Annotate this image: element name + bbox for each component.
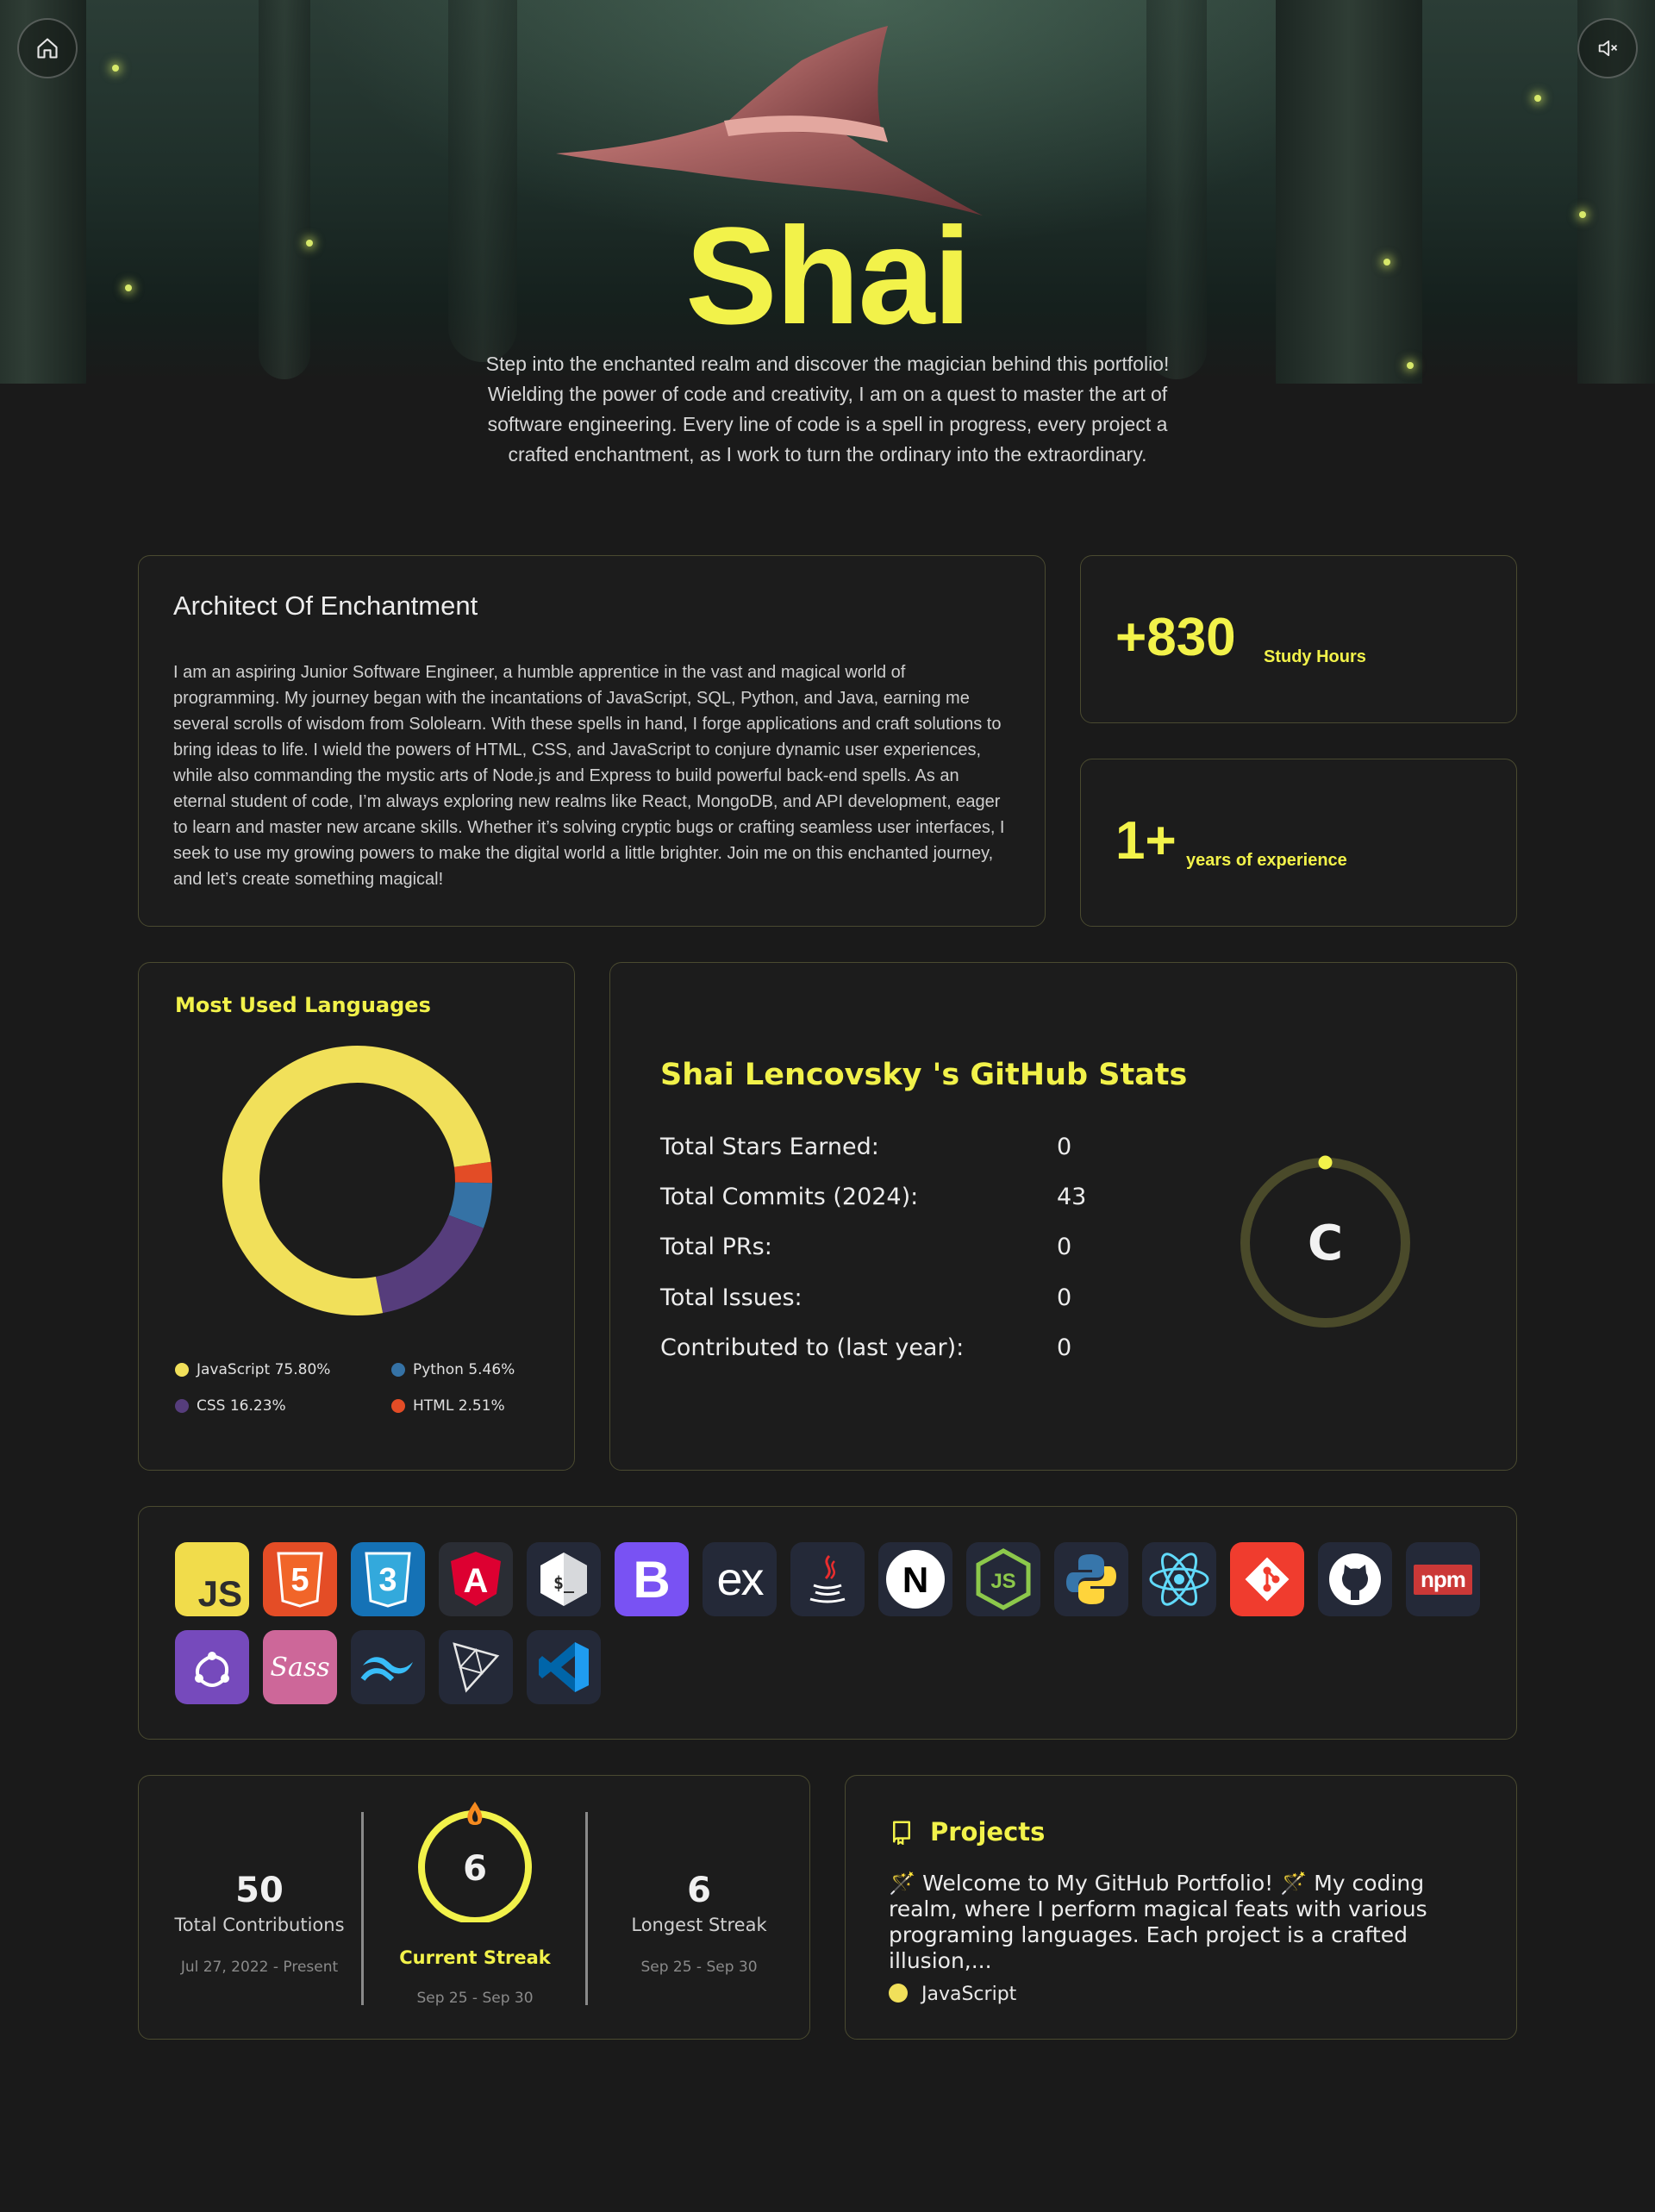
firefly	[1407, 362, 1414, 369]
legend-label: HTML 2.51%	[413, 1397, 505, 1415]
home-button[interactable]	[17, 18, 78, 78]
firefly	[1534, 95, 1541, 102]
total-contributions-range: Jul 27, 2022 - Present	[180, 1959, 339, 1976]
svg-text:5: 5	[290, 1562, 309, 1598]
legend-dot	[391, 1363, 405, 1377]
longest-streak-value: 6	[687, 1871, 711, 1910]
speaker-muted-icon	[1598, 40, 1618, 57]
project-card[interactable]: Projects 🪄 Welcome to My GitHub Portfoli…	[845, 1775, 1517, 2040]
svg-text:$_: $_	[553, 1572, 575, 1593]
hero-intro: Step into the enchanted realm and discov…	[485, 353, 1170, 466]
longest-streak-range: Sep 25 - Sep 30	[640, 1959, 758, 1976]
bootstrap-icon: B	[615, 1542, 689, 1616]
legend-dot	[391, 1399, 405, 1413]
study-hours-card: +830 Study Hours	[1080, 555, 1517, 723]
tailwind-icon	[351, 1630, 425, 1704]
nodejs-icon: JS	[966, 1542, 1040, 1616]
vscode-icon	[527, 1630, 601, 1704]
javascript-icon: JS	[175, 1542, 249, 1616]
current-streak-label: Current Streak	[399, 1947, 551, 1968]
stat-value-prs: 0	[1057, 1234, 1072, 1260]
project-title[interactable]: Projects	[930, 1817, 1045, 1846]
streak-card: 50 Total Contributions Jul 27, 2022 - Pr…	[138, 1775, 810, 2040]
about-title: Architect Of Enchantment	[173, 590, 478, 621]
java-icon	[790, 1542, 865, 1616]
languages-title: Most Used Languages	[175, 993, 431, 1017]
donut-slice-css	[375, 1215, 484, 1314]
stat-label-prs: Total PRs:	[660, 1234, 772, 1260]
css3-icon: 3	[351, 1542, 425, 1616]
experience-value: 1+	[1115, 811, 1177, 871]
stat-label-commits: Total Commits (2024):	[660, 1184, 919, 1210]
wizard-hat-image	[556, 26, 983, 216]
legend-dot	[175, 1363, 189, 1377]
current-streak-range: Sep 25 - Sep 30	[416, 1990, 534, 2007]
rank-ring-progress	[1318, 1155, 1333, 1170]
angular-icon: A	[439, 1542, 513, 1616]
about-card: Architect Of Enchantment I am an aspirin…	[138, 555, 1046, 927]
github-stats-title: Shai Lencovsky 's GitHub Stats	[660, 1058, 1188, 1092]
github-icon	[1318, 1542, 1392, 1616]
git-icon	[1230, 1542, 1304, 1616]
project-description: 🪄 Welcome to My GitHub Portfolio! 🪄 My c…	[889, 1871, 1427, 1973]
html5-icon: 5	[263, 1542, 337, 1616]
nextjs-icon: N	[878, 1542, 952, 1616]
legend-item-html: HTML 2.51%	[391, 1397, 505, 1415]
redux-icon	[175, 1630, 249, 1704]
legend-label: JavaScript 75.80%	[197, 1361, 331, 1378]
sass-icon: Sass	[263, 1630, 337, 1704]
threejs-icon	[439, 1630, 513, 1704]
rank-ring: C	[1240, 1155, 1410, 1328]
experience-label: years of experience	[1186, 851, 1347, 870]
express-icon: ex	[703, 1542, 777, 1616]
experience-card: 1+ years of experience	[1080, 759, 1517, 927]
divider	[361, 1812, 364, 2005]
firefly	[112, 65, 119, 72]
language-color-dot	[889, 1984, 908, 2003]
svg-text:JS: JS	[990, 1570, 1015, 1593]
rank-letter: C	[1308, 1215, 1343, 1272]
github-stats-card: Shai Lencovsky 's GitHub Stats Total Sta…	[609, 962, 1517, 1471]
skills-card: JS 5 3 A $_ B ex N JS npm Sass	[138, 1506, 1517, 1740]
total-contributions-value: 50	[235, 1871, 284, 1910]
bash-icon: $_	[527, 1542, 601, 1616]
stat-value-issues: 0	[1057, 1284, 1072, 1311]
study-hours-label: Study Hours	[1264, 647, 1366, 666]
about-text: I am an aspiring Junior Software Enginee…	[173, 663, 1005, 889]
python-icon	[1054, 1542, 1128, 1616]
longest-streak-label: Longest Streak	[631, 1915, 767, 1935]
legend-dot	[175, 1399, 189, 1413]
stat-label-contributed: Contributed to (last year):	[660, 1334, 965, 1361]
divider	[585, 1812, 588, 2005]
stat-label-issues: Total Issues:	[660, 1284, 803, 1311]
stat-value-stars: 0	[1057, 1134, 1072, 1160]
svg-text:N: N	[902, 1559, 928, 1600]
legend-item-javascript: JavaScript 75.80%	[175, 1361, 330, 1378]
hero-title: Shai	[685, 198, 971, 353]
stat-value-commits: 43	[1057, 1184, 1087, 1210]
mute-button[interactable]	[1577, 18, 1638, 78]
donut-slice-python	[448, 1181, 492, 1228]
donut-slice-html	[453, 1161, 492, 1184]
stat-label-stars: Total Stars Earned:	[660, 1134, 879, 1160]
stat-value-contributed: 0	[1057, 1334, 1072, 1361]
svg-text:A: A	[464, 1562, 489, 1600]
languages-card: Most Used Languages JavaScript 75.80% Py…	[138, 962, 575, 1471]
legend-item-python: Python 5.46%	[391, 1361, 515, 1378]
legend-item-css: CSS 16.23%	[175, 1397, 286, 1415]
project-language: JavaScript	[921, 1984, 1017, 2005]
legend-label: CSS 16.23%	[197, 1397, 286, 1415]
total-contributions-label: Total Contributions	[174, 1915, 345, 1935]
current-streak-value: 6	[463, 1849, 487, 1889]
study-hours-value: +830	[1115, 608, 1236, 667]
react-icon	[1142, 1542, 1216, 1616]
npm-icon: npm	[1406, 1542, 1480, 1616]
languages-donut-chart	[222, 1046, 492, 1315]
repo-icon	[893, 1821, 910, 1845]
legend-label: Python 5.46%	[413, 1361, 515, 1378]
svg-text:3: 3	[378, 1562, 397, 1598]
home-icon	[37, 38, 58, 59]
